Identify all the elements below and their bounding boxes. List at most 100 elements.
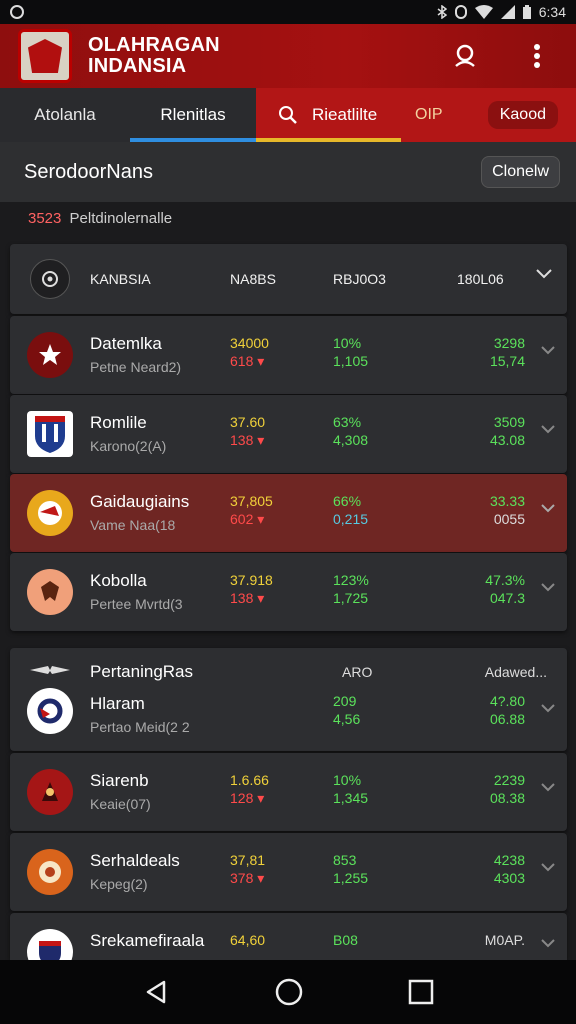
row-score: 3509	[493, 414, 525, 430]
row-name: Serhaldeals	[90, 851, 180, 870]
row-value: 1.6.66	[230, 772, 269, 788]
more-options-button[interactable]	[520, 39, 554, 73]
bluetooth-icon	[437, 5, 447, 19]
row-count: 1,255	[333, 870, 369, 886]
system-nav-bar	[0, 960, 576, 1024]
app-title: OLAHRAGAN INDANSIA	[88, 34, 220, 77]
clone-button[interactable]: Clonelw	[481, 156, 560, 188]
tab-bar: Atolanla Rlenitlas Rieatlilte OIP Kaood	[0, 88, 576, 142]
chevron-down-icon[interactable]	[541, 704, 555, 714]
column-header-2[interactable]: NA8BS	[230, 271, 276, 287]
table-row[interactable]: Romlile Karono(2(A) 37.60 138 ▾ 63% 4,308 …	[10, 395, 567, 473]
row-value: 37.918	[230, 572, 273, 588]
row-score: 33.33	[489, 493, 525, 509]
column-header-3[interactable]: RBJ0O3	[333, 271, 386, 287]
column-header-1[interactable]: KANBSIA	[90, 271, 151, 287]
filter-icon[interactable]	[30, 259, 70, 299]
info-line: 3523 Peltdinolernalle	[28, 210, 172, 227]
tab-otp[interactable]: OIP	[415, 106, 443, 124]
row-value: 37,805	[230, 493, 273, 509]
row-value-down: 618	[230, 353, 254, 369]
row-col-3: 853 1,255	[333, 851, 368, 887]
chevron-down-icon[interactable]	[541, 863, 555, 873]
row-score-sub: 08.38	[489, 790, 525, 806]
row-col-4: 3298 15,74	[490, 334, 525, 370]
team-logo-icon	[27, 929, 73, 960]
row-count: 4,56	[333, 711, 361, 727]
row-col-2: 34000 618 ▾	[230, 335, 269, 369]
group-title: PertaningRas	[90, 662, 194, 681]
row-col-2: 37,81 378 ▾	[230, 852, 266, 886]
team-logo-icon	[27, 569, 73, 615]
group-mid-label: ARO	[342, 664, 373, 680]
row-col-2: 37,805 602 ▾	[230, 493, 273, 527]
team-shield-icon	[27, 411, 73, 457]
row-sub: Vame Naa(18	[90, 517, 176, 533]
team-logo-icon	[27, 490, 73, 536]
home-icon[interactable]	[274, 977, 304, 1007]
table-row[interactable]: Serhaldeals Kepeg(2) 37,81 378 ▾ 853 1,255…	[10, 833, 567, 911]
row-sub: Pertao Meid(2 2	[90, 719, 190, 735]
row-name: Hlaram	[90, 694, 145, 713]
team-logo-icon	[27, 849, 73, 895]
table-row[interactable]: Kobolla Pertee Mvrtd(3 37.918 138 ▾ 123% 1…	[10, 553, 567, 631]
back-icon[interactable]	[142, 978, 170, 1006]
record-icon	[10, 5, 24, 19]
chevron-down-icon[interactable]	[541, 939, 555, 949]
chevron-down-icon[interactable]	[535, 268, 553, 280]
row-col-4: 33.33 0055	[490, 492, 525, 528]
group-right-label: Adawed...	[484, 664, 547, 680]
group-card[interactable]: PertaningRas ARO Adawed... Hlaram Pertao…	[10, 648, 567, 751]
table-row[interactable]: Datemlka Petne Neard2) 34000 618 ▾ 10% 1,1…	[10, 316, 567, 394]
table-row[interactable]: Siarenb Keaie(07) 1.6.66 128 ▾ 10% 1,345 2…	[10, 753, 567, 831]
tab-red-group: Rieatlilte OIP Kaood	[256, 88, 576, 142]
row-value-down: 138	[230, 432, 254, 448]
column-header-4[interactable]: 180L06	[457, 271, 504, 287]
chevron-down-icon[interactable]	[541, 346, 555, 356]
table-row[interactable]: Srekamefiraala 64,60 B08 M0AP.	[10, 913, 567, 960]
table-row-selected[interactable]: Gaidaugiains Vame Naa(18 37,805 602 ▾ 66%…	[10, 474, 567, 552]
chevron-down-icon[interactable]	[541, 783, 555, 793]
row-col-4: M0AP.	[485, 931, 525, 949]
row-percent: 123%	[333, 572, 369, 588]
row-name: Kobolla	[90, 571, 147, 590]
row-score: 4?.80	[489, 693, 525, 709]
chevron-down-icon[interactable]	[541, 504, 555, 514]
tab-rlenitlas[interactable]: Rlenitlas	[130, 88, 256, 142]
chevron-down-icon[interactable]	[541, 425, 555, 435]
row-score: M0AP.	[484, 932, 525, 948]
row-count: 0,215	[333, 511, 369, 527]
kaood-button[interactable]: Kaood	[487, 101, 558, 129]
row-col-2: 1.6.66 128 ▾	[230, 772, 269, 806]
row-count: 1,105	[333, 353, 369, 369]
row-count: 1,725	[333, 590, 369, 606]
row-col-4: 4238 4303	[494, 851, 525, 887]
status-time: 6:34	[538, 4, 566, 20]
wings-icon	[30, 666, 70, 674]
row-percent: 66%	[333, 493, 362, 509]
row-col-4: 4?.80 06.88	[490, 692, 525, 728]
tab-search[interactable]: Rieatlilte	[256, 105, 401, 125]
tab-atolanla[interactable]: Atolanla	[0, 88, 130, 142]
status-bar: 6:34	[0, 0, 576, 24]
row-percent: 209	[333, 693, 357, 709]
row-col-3: B08	[333, 931, 358, 949]
row-score: 47.3%	[485, 572, 525, 588]
row-percent: 10%	[333, 335, 362, 351]
row-score-sub: 15,74	[489, 353, 525, 369]
recents-icon[interactable]	[408, 979, 434, 1005]
row-col-3: 66% 0,215	[333, 492, 368, 528]
row-count: 4,308	[333, 432, 369, 448]
team-logo-icon	[27, 332, 73, 378]
search-button[interactable]	[448, 39, 482, 73]
row-col-4: 3509 43.08	[490, 413, 525, 449]
row-count: 1,345	[333, 790, 369, 806]
row-percent: B08	[333, 932, 358, 948]
team-logo-icon	[27, 769, 73, 815]
row-col-3: 63% 4,308	[333, 413, 368, 449]
signal-icon	[500, 5, 515, 19]
wifi-icon	[474, 5, 493, 19]
table-header[interactable]: KANBSIA NA8BS RBJ0O3 180L06	[10, 244, 567, 314]
row-value: 37.60	[230, 414, 266, 430]
chevron-down-icon[interactable]	[541, 583, 555, 593]
